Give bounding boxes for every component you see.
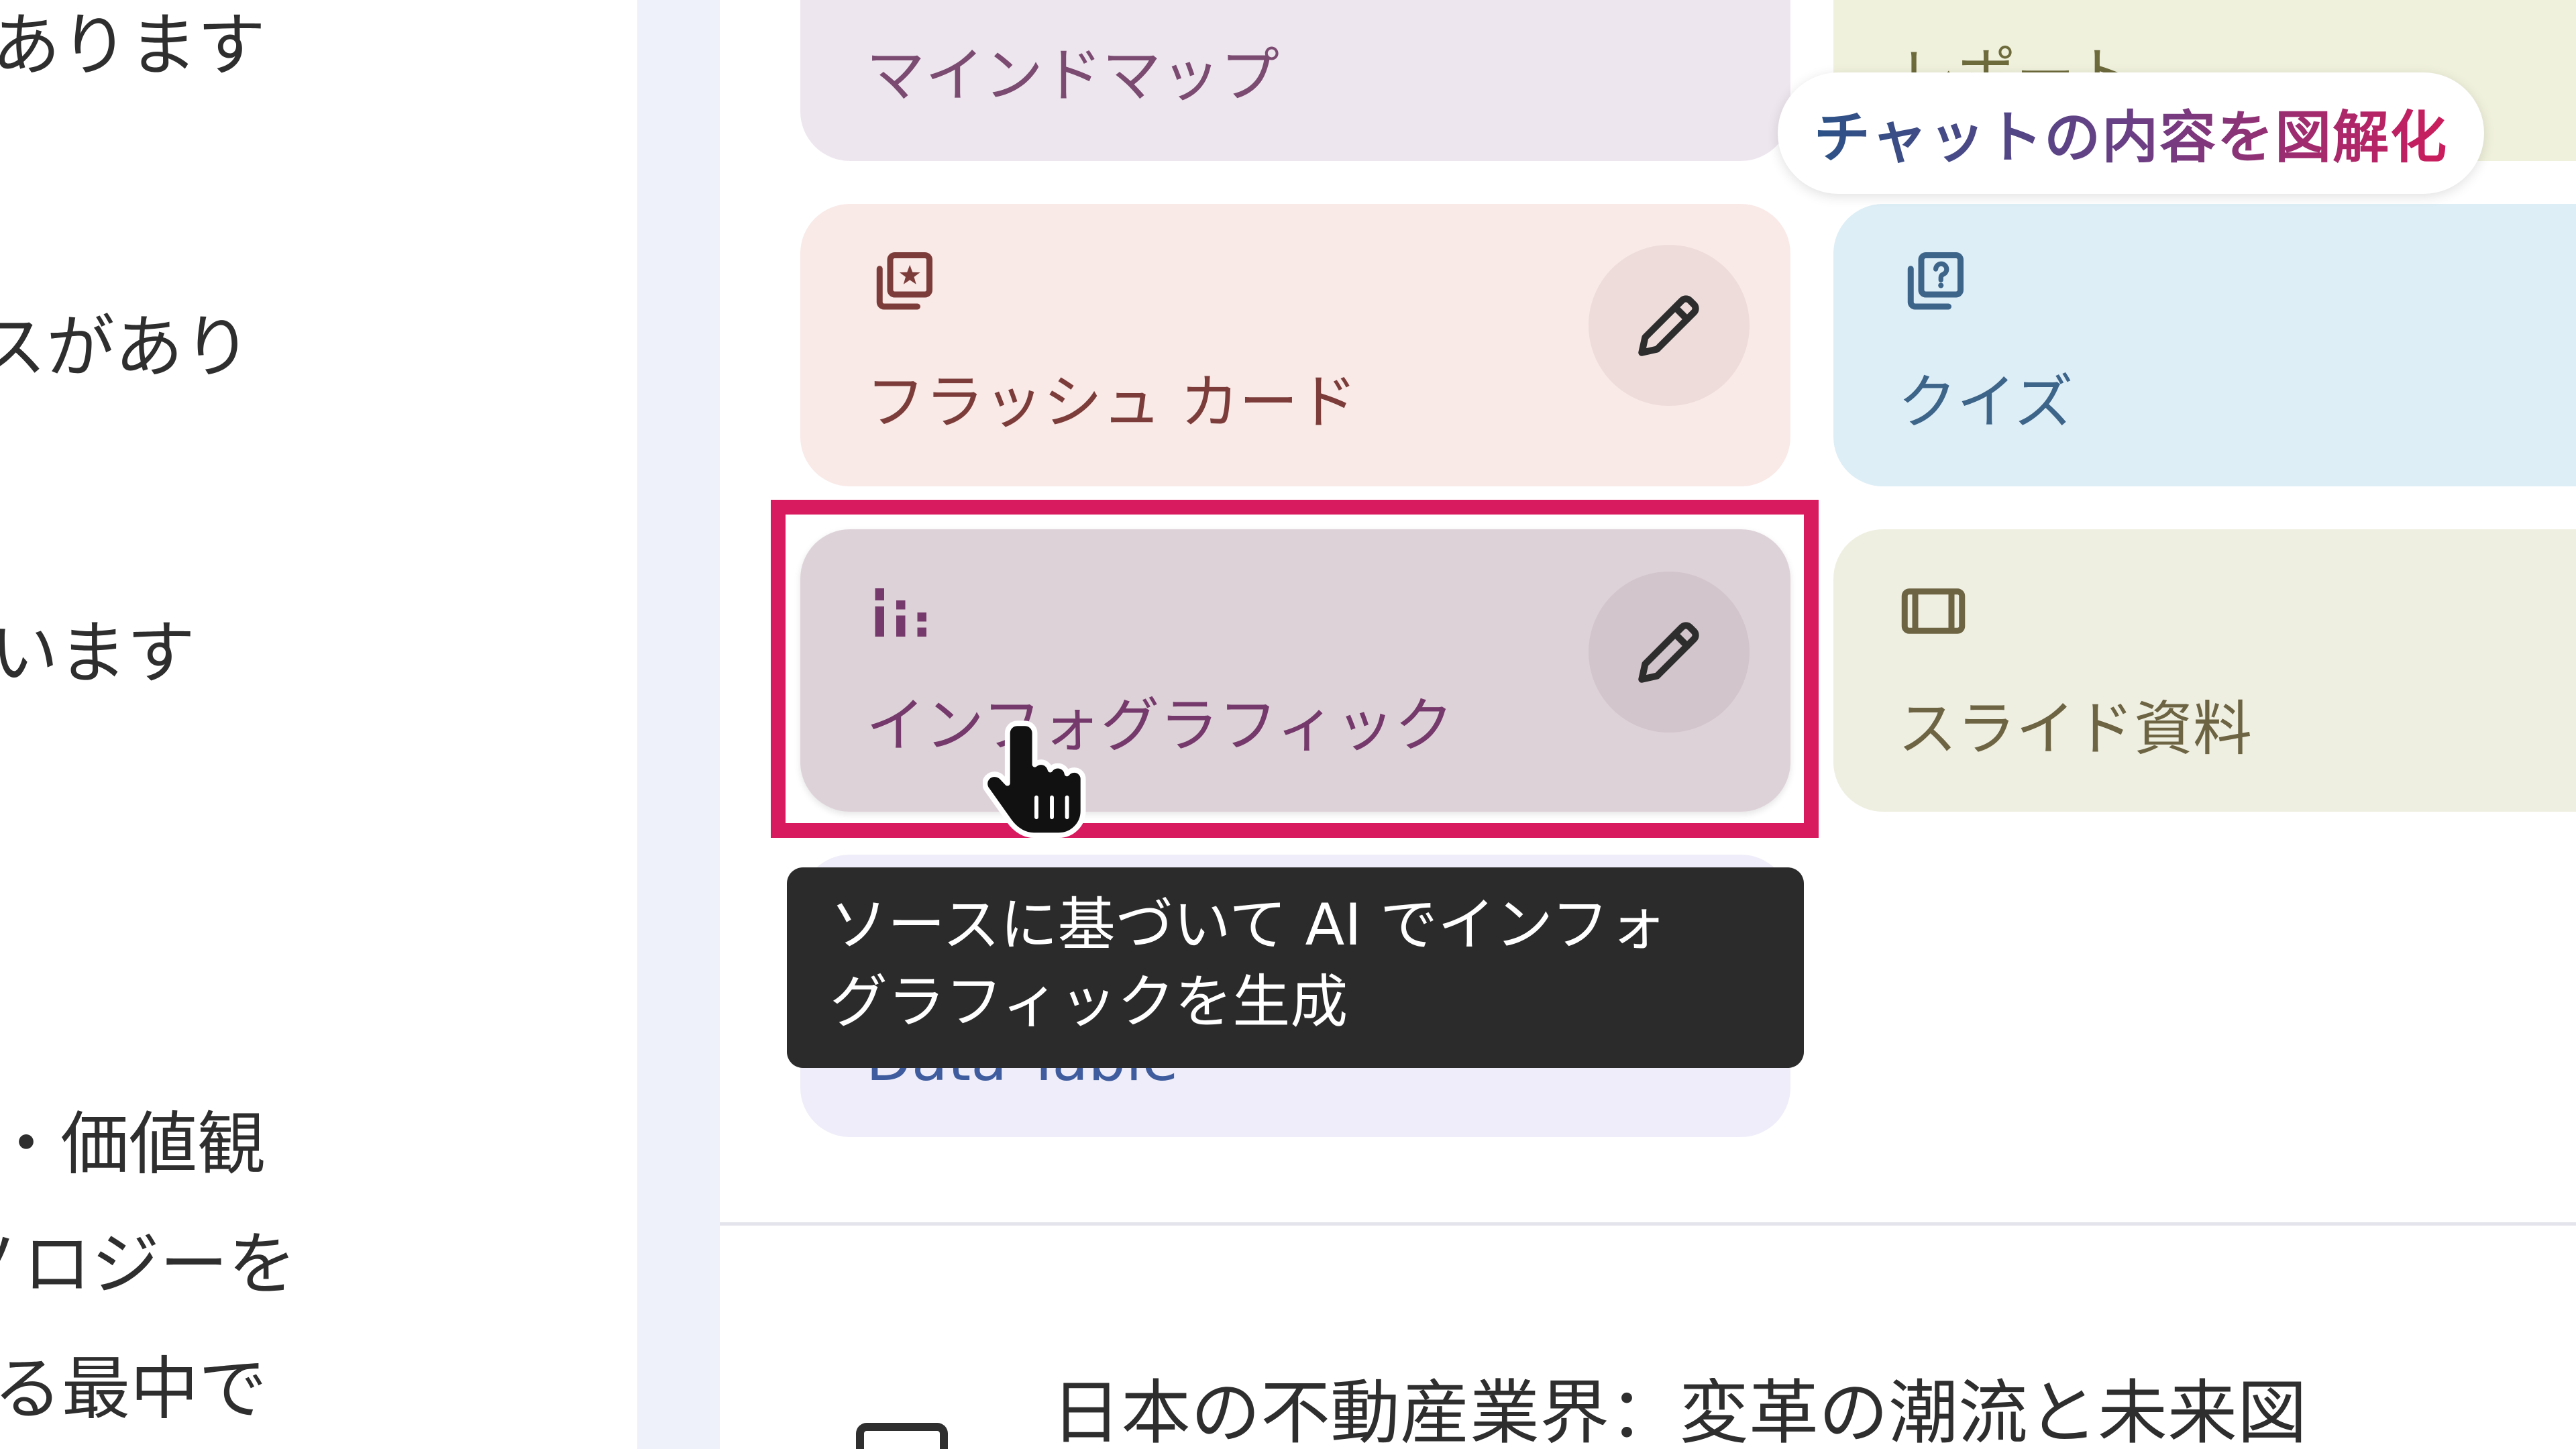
chat-text-fragment: います [0,614,195,694]
note-title: 日本の不動産業界：変革の潮流と未来図 [1051,1378,2308,1448]
studio-card-slides[interactable]: スライド資料 [1833,529,2576,812]
flashcards-icon [866,246,938,319]
studio-card-quiz[interactable]: クイズ [1833,204,2576,486]
studio-card-flashcards[interactable]: フラッシュ カード [800,204,1790,486]
chat-text-fragment: あります [0,6,266,86]
card-label: インフォグラフィック [866,691,1454,760]
tooltip-line: ソースに基づいて AI でインフォ [830,892,1667,959]
chat-text-fragment: ノロジーを [0,1225,297,1305]
tooltip-line: グラフィックを生成 [830,969,1348,1036]
chat-text-fragment: ・価値観 [0,1105,266,1185]
pencil-icon [1638,295,1699,356]
tooltip: ソースに基づいて AI でインフォ グラフィックを生成 [787,867,1804,1068]
studio-panel: マインドマップ レポート フラッシュ カード [720,0,2576,1449]
card-label: フラッシュ カード [866,368,1357,437]
card-label: クイズ [1898,368,2074,437]
chat-text-fragment: る最中で [0,1350,267,1430]
note-item[interactable]: 日本の不動産業界：変革の潮流と未来図 [720,1368,2576,1449]
chat-text-fragment: スがあり [0,308,252,388]
slides-icon [1897,575,1970,647]
infographic-icon [866,576,938,649]
callout-label: チャットの内容を図解化 [1778,72,2484,194]
card-label: マインドマップ [866,41,1280,110]
panel-divider [637,0,720,1449]
card-label: スライド資料 [1898,694,2253,763]
studio-card-mind-map[interactable]: マインドマップ [800,0,1790,161]
app-screen: あります スがあり います ・価値観 ノロジーを る最中で マインドマップ レポ… [0,0,2576,1449]
studio-card-infographic[interactable]: インフォグラフィック [800,529,1790,812]
note-icon [856,1423,948,1449]
quiz-icon [1897,246,1970,319]
chat-panel: あります スがあり います ・価値観 ノロジーを る最中で [0,0,637,1449]
callout-text: チャットの内容を図解化 [1814,93,2448,174]
section-divider [720,1222,2576,1226]
pencil-icon [1638,622,1699,683]
edit-flashcards-button[interactable] [1589,245,1750,406]
edit-infographic-button[interactable] [1589,572,1750,733]
